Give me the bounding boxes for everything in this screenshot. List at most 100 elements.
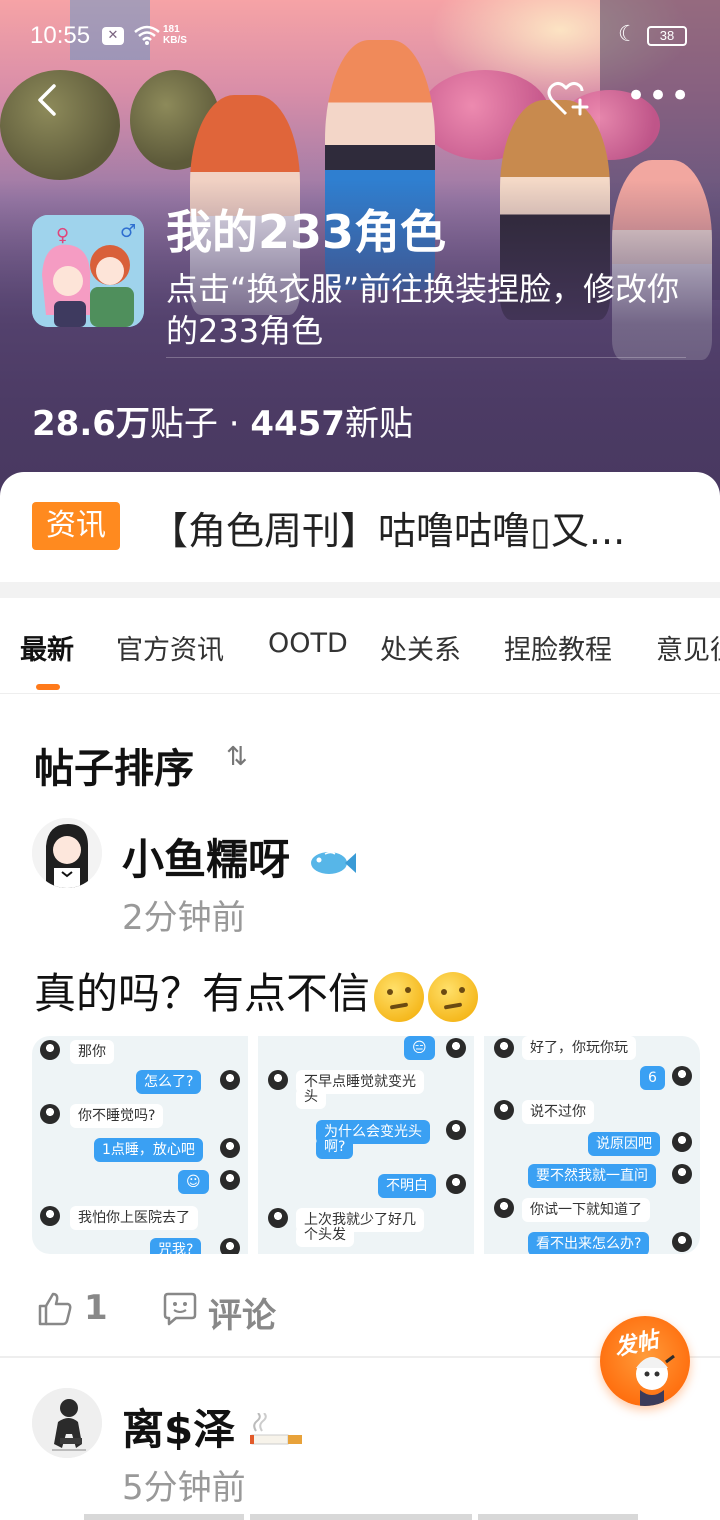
- pinned-news[interactable]: 资讯 【角色周刊】咕噜咕噜▯又...: [0, 472, 720, 582]
- battery-indicator: 38: [647, 26, 687, 46]
- chat-avatar: [494, 1198, 514, 1218]
- chat-message: 咒我?: [150, 1238, 202, 1254]
- forum-header: 10:55 ✕ 181 KB/S ☾ 38 ••• ♀ ♂ 我的233角色 点击“…: [0, 0, 720, 500]
- chat-avatar: [220, 1170, 240, 1190]
- image-placeholders: [84, 1514, 644, 1520]
- forum-title: 我的233角色: [166, 205, 447, 259]
- thumbs-up-icon[interactable]: [36, 1290, 74, 1328]
- chat-message: 要不然我就一直问: [528, 1164, 656, 1188]
- news-tag: 资讯: [32, 502, 120, 550]
- thinking-face-icon: [428, 971, 479, 1022]
- chat-avatar: [40, 1104, 60, 1124]
- chat-message: 看不出来怎么办?: [528, 1232, 650, 1254]
- post-image[interactable]: 😑 不早点睡觉就变光 头 为什么会变光头 啊? 不明白 上次我就少了好几 个头发: [258, 1036, 474, 1254]
- notification-icon: ✕: [102, 27, 124, 45]
- network-speed-unit: KB/S: [163, 35, 187, 46]
- chat-message: 你试一下就知道了: [522, 1198, 650, 1222]
- chat-message: 说原因吧: [588, 1132, 660, 1156]
- chat-avatar: [672, 1164, 692, 1184]
- chat-message: 头: [296, 1088, 326, 1109]
- post-time: 5分钟前: [122, 1468, 246, 1508]
- network-speed: 181 KB/S: [163, 24, 187, 46]
- chat-avatar: [220, 1138, 240, 1158]
- thinking-face-icon: [374, 971, 425, 1022]
- follow-button[interactable]: [546, 80, 590, 120]
- sort-arrows-icon[interactable]: ⇅: [226, 742, 248, 772]
- chat-avatar: [446, 1120, 466, 1140]
- news-title[interactable]: 【角色周刊】咕噜咕噜▯又...: [150, 500, 680, 555]
- chat-avatar: [40, 1040, 60, 1060]
- chat-message: 那你: [70, 1040, 114, 1064]
- svg-text:♀: ♀: [56, 225, 69, 246]
- new-posts-label: 新贴: [344, 404, 413, 444]
- cigarette-icon: [249, 1411, 302, 1444]
- tab-face-tutorial[interactable]: 捏脸教程: [504, 628, 612, 667]
- chat-avatar: [672, 1232, 692, 1252]
- author-name[interactable]: 离$泽: [122, 1396, 306, 1457]
- tab-ootd[interactable]: OOTD: [268, 628, 348, 659]
- chat-message: 6: [640, 1066, 665, 1090]
- active-tab-indicator: [36, 684, 60, 690]
- posts-label: 贴子: [149, 404, 218, 444]
- svg-text:♂: ♂: [120, 221, 136, 242]
- chat-message: 不明白: [378, 1174, 436, 1198]
- chat-message: 说不过你: [522, 1100, 594, 1124]
- tab-official-news[interactable]: 官方资讯: [116, 628, 224, 667]
- chat-avatar: [494, 1038, 514, 1058]
- author-name-text: 离$泽: [122, 1405, 236, 1454]
- forum-stats: 28.6万贴子 · 4457新贴: [32, 396, 413, 445]
- chat-avatar: [446, 1038, 466, 1058]
- avatar[interactable]: [32, 818, 102, 888]
- chat-message: 怎么了?: [136, 1070, 202, 1094]
- create-post-button[interactable]: 发帖: [600, 1316, 690, 1406]
- more-options-icon[interactable]: •••: [626, 79, 690, 118]
- content-card: 资讯 【角色周刊】咕噜咕噜▯又... 最新 官方资讯 OOTD 处关系 捏脸教程…: [0, 472, 720, 1520]
- post-text: 真的吗？有点不信: [34, 960, 479, 1022]
- network-speed-value: 181: [163, 24, 180, 35]
- tab-latest[interactable]: 最新: [20, 628, 74, 667]
- post-image-grid: 那你 怎么了? 你不睡觉吗? 1点睡，放心吧 ☺ 我怕你上医院去了 咒我? 😑 …: [32, 1036, 700, 1256]
- chat-message: 我怕你上医院去了: [70, 1206, 198, 1230]
- chat-message: 😑: [404, 1036, 435, 1060]
- like-count[interactable]: 1: [84, 1288, 108, 1328]
- chat-message: ☺: [178, 1170, 209, 1194]
- category-tabs: 最新 官方资讯 OOTD 处关系 捏脸教程 意见征: [0, 598, 720, 694]
- avatar[interactable]: [32, 1388, 102, 1458]
- forum-avatar: ♀ ♂: [32, 215, 144, 327]
- header-divider: [166, 357, 686, 358]
- stats-separator: ·: [228, 404, 240, 444]
- wifi-icon: [134, 24, 160, 51]
- tab-feedback[interactable]: 意见征: [656, 628, 720, 667]
- post-image[interactable]: 好了，你玩你玩 6 说不过你 说原因吧 要不然我就一直问 你试一下就知道了 看不…: [484, 1036, 700, 1254]
- chat-avatar: [268, 1208, 288, 1228]
- post-image[interactable]: 那你 怎么了? 你不睡觉吗? 1点睡，放心吧 ☺ 我怕你上医院去了 咒我?: [32, 1036, 248, 1254]
- chat-avatar: [672, 1132, 692, 1152]
- do-not-disturb-icon: ☾: [618, 22, 638, 47]
- comment-button[interactable]: 评论: [208, 1288, 276, 1337]
- chat-message: 个头发: [296, 1226, 354, 1247]
- chat-avatar: [494, 1100, 514, 1120]
- posts-count: 28.6万: [32, 404, 150, 444]
- chat-avatar: [268, 1070, 288, 1090]
- status-bar: 10:55 ✕ 181 KB/S ☾ 38: [0, 18, 720, 58]
- post-sort-label[interactable]: 帖子排序: [34, 736, 194, 794]
- chat-avatar: [672, 1066, 692, 1086]
- mascot-icon: [636, 1354, 675, 1406]
- chat-message: 啊?: [316, 1138, 354, 1159]
- forum-description: 点击“换衣服”前往换装捏脸，修改你的233角色: [166, 270, 680, 350]
- back-button[interactable]: [30, 80, 66, 120]
- comment-icon[interactable]: [162, 1290, 198, 1326]
- chat-avatar: [446, 1174, 466, 1194]
- new-posts-count: 4457: [250, 404, 345, 444]
- heart-plus-icon: [547, 81, 589, 116]
- chat-message: 你不睡觉吗?: [70, 1104, 164, 1128]
- author-name[interactable]: 小鱼糯呀: [122, 826, 357, 887]
- post-text-body: 真的吗？有点不信: [34, 969, 371, 1018]
- section-separator: [0, 582, 720, 598]
- chat-avatar: [220, 1070, 240, 1090]
- status-time: 10:55: [30, 22, 91, 49]
- chat-message: 好了，你玩你玩: [522, 1036, 636, 1060]
- tab-relationships[interactable]: 处关系: [380, 628, 461, 667]
- chevron-left-icon: [38, 84, 56, 116]
- post-time: 2分钟前: [122, 898, 246, 938]
